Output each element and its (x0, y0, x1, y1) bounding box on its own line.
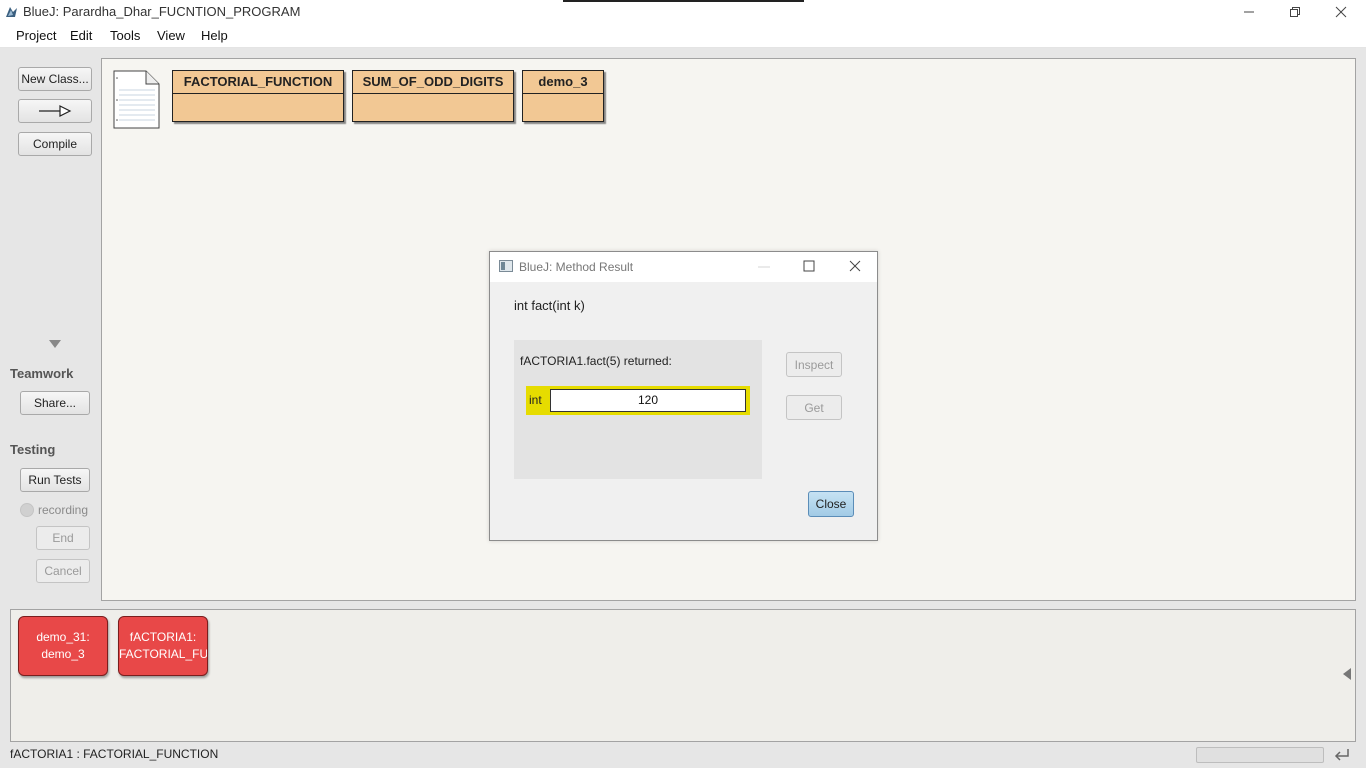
end-button[interactable]: End (36, 526, 90, 550)
close-icon (1335, 6, 1347, 18)
result-type-label: int (529, 393, 542, 407)
window-titlebar: BlueJ: Parardha_Dhar_FUCNTION_PROGRAM (0, 0, 1366, 24)
close-button[interactable]: Close (808, 491, 854, 517)
recording-indicator (20, 503, 34, 517)
expand-left-triangle-icon[interactable] (1341, 668, 1351, 680)
dialog-minimize-icon (758, 266, 770, 268)
new-class-button[interactable]: New Class... (18, 67, 92, 91)
dialog-titlebar: BlueJ: Method Result (490, 252, 877, 282)
java-window-icon (499, 260, 513, 272)
class-name: demo_3 (523, 71, 603, 94)
restore-icon (1290, 7, 1300, 17)
recording-label: recording (38, 503, 89, 517)
title-accent-line (563, 0, 804, 2)
dialog-maximize-icon[interactable] (803, 260, 815, 272)
teamwork-label: Teamwork (10, 366, 74, 381)
status-bar: fACTORIA1 : FACTORIAL_FUNCTION (0, 744, 1366, 768)
restore-button[interactable] (1272, 0, 1318, 24)
arrow-right-icon (39, 105, 72, 117)
class-demo-3[interactable]: demo_3 (522, 70, 604, 122)
menu-edit[interactable]: Edit (70, 28, 92, 43)
result-panel: fACTORIA1.fact(5) returned: int 120 (514, 340, 762, 479)
collapse-triangle-icon[interactable] (49, 340, 61, 348)
new-inheritance-arrow-button[interactable] (18, 99, 92, 123)
readme-note-icon[interactable] (113, 70, 161, 130)
menu-view[interactable]: View (157, 28, 185, 43)
menu-tools[interactable]: Tools (110, 28, 140, 43)
menu-help[interactable]: Help (201, 28, 228, 43)
object-factoria1[interactable]: fACTORIA1: FACTORIAL_FU... (118, 616, 208, 676)
minimize-button[interactable] (1226, 0, 1272, 24)
class-sum-of-odd-digits[interactable]: SUM_OF_ODD_DIGITS (352, 70, 514, 122)
menu-bar: Project Edit Tools View Help (0, 24, 1366, 48)
dialog-title: BlueJ: Method Result (519, 260, 634, 274)
minimize-icon (1244, 11, 1254, 13)
object-bench: demo_31: demo_3 fACTORIA1: FACTORIAL_FU.… (10, 609, 1356, 742)
class-factorial-function[interactable]: FACTORIAL_FUNCTION (172, 70, 344, 122)
close-window-button[interactable] (1318, 0, 1364, 24)
progress-bar (1196, 747, 1324, 763)
menu-project[interactable]: Project (16, 28, 56, 43)
object-class: demo_3 (41, 647, 85, 661)
vm-reset-icon[interactable] (1334, 748, 1350, 762)
class-name: SUM_OF_ODD_DIGITS (353, 71, 513, 94)
inspect-button[interactable]: Inspect (786, 352, 842, 377)
object-class: FACTORIAL_FU... (119, 647, 208, 661)
share-button[interactable]: Share... (20, 391, 90, 415)
object-name: demo_31: (36, 630, 90, 644)
dialog-close-icon[interactable] (849, 260, 861, 272)
method-signature: int fact(int k) (514, 298, 585, 313)
object-name: fACTORIA1: (129, 630, 197, 644)
object-demo-31[interactable]: demo_31: demo_3 (18, 616, 108, 676)
bluej-logo-icon (6, 7, 17, 17)
status-text: fACTORIA1 : FACTORIAL_FUNCTION (10, 747, 219, 761)
class-name: FACTORIAL_FUNCTION (173, 71, 343, 94)
call-text: fACTORIA1.fact(5) returned: (520, 354, 672, 368)
testing-label: Testing (10, 442, 56, 457)
get-button[interactable]: Get (786, 395, 842, 420)
window-title: BlueJ: Parardha_Dhar_FUCNTION_PROGRAM (23, 4, 301, 19)
method-result-dialog: BlueJ: Method Result int fact(int k) fAC… (489, 251, 878, 541)
compile-button[interactable]: Compile (18, 132, 92, 156)
run-tests-button[interactable]: Run Tests (20, 468, 90, 492)
result-value: 120 (550, 389, 746, 412)
cancel-button[interactable]: Cancel (36, 559, 90, 583)
result-value-row[interactable]: int 120 (526, 386, 750, 415)
